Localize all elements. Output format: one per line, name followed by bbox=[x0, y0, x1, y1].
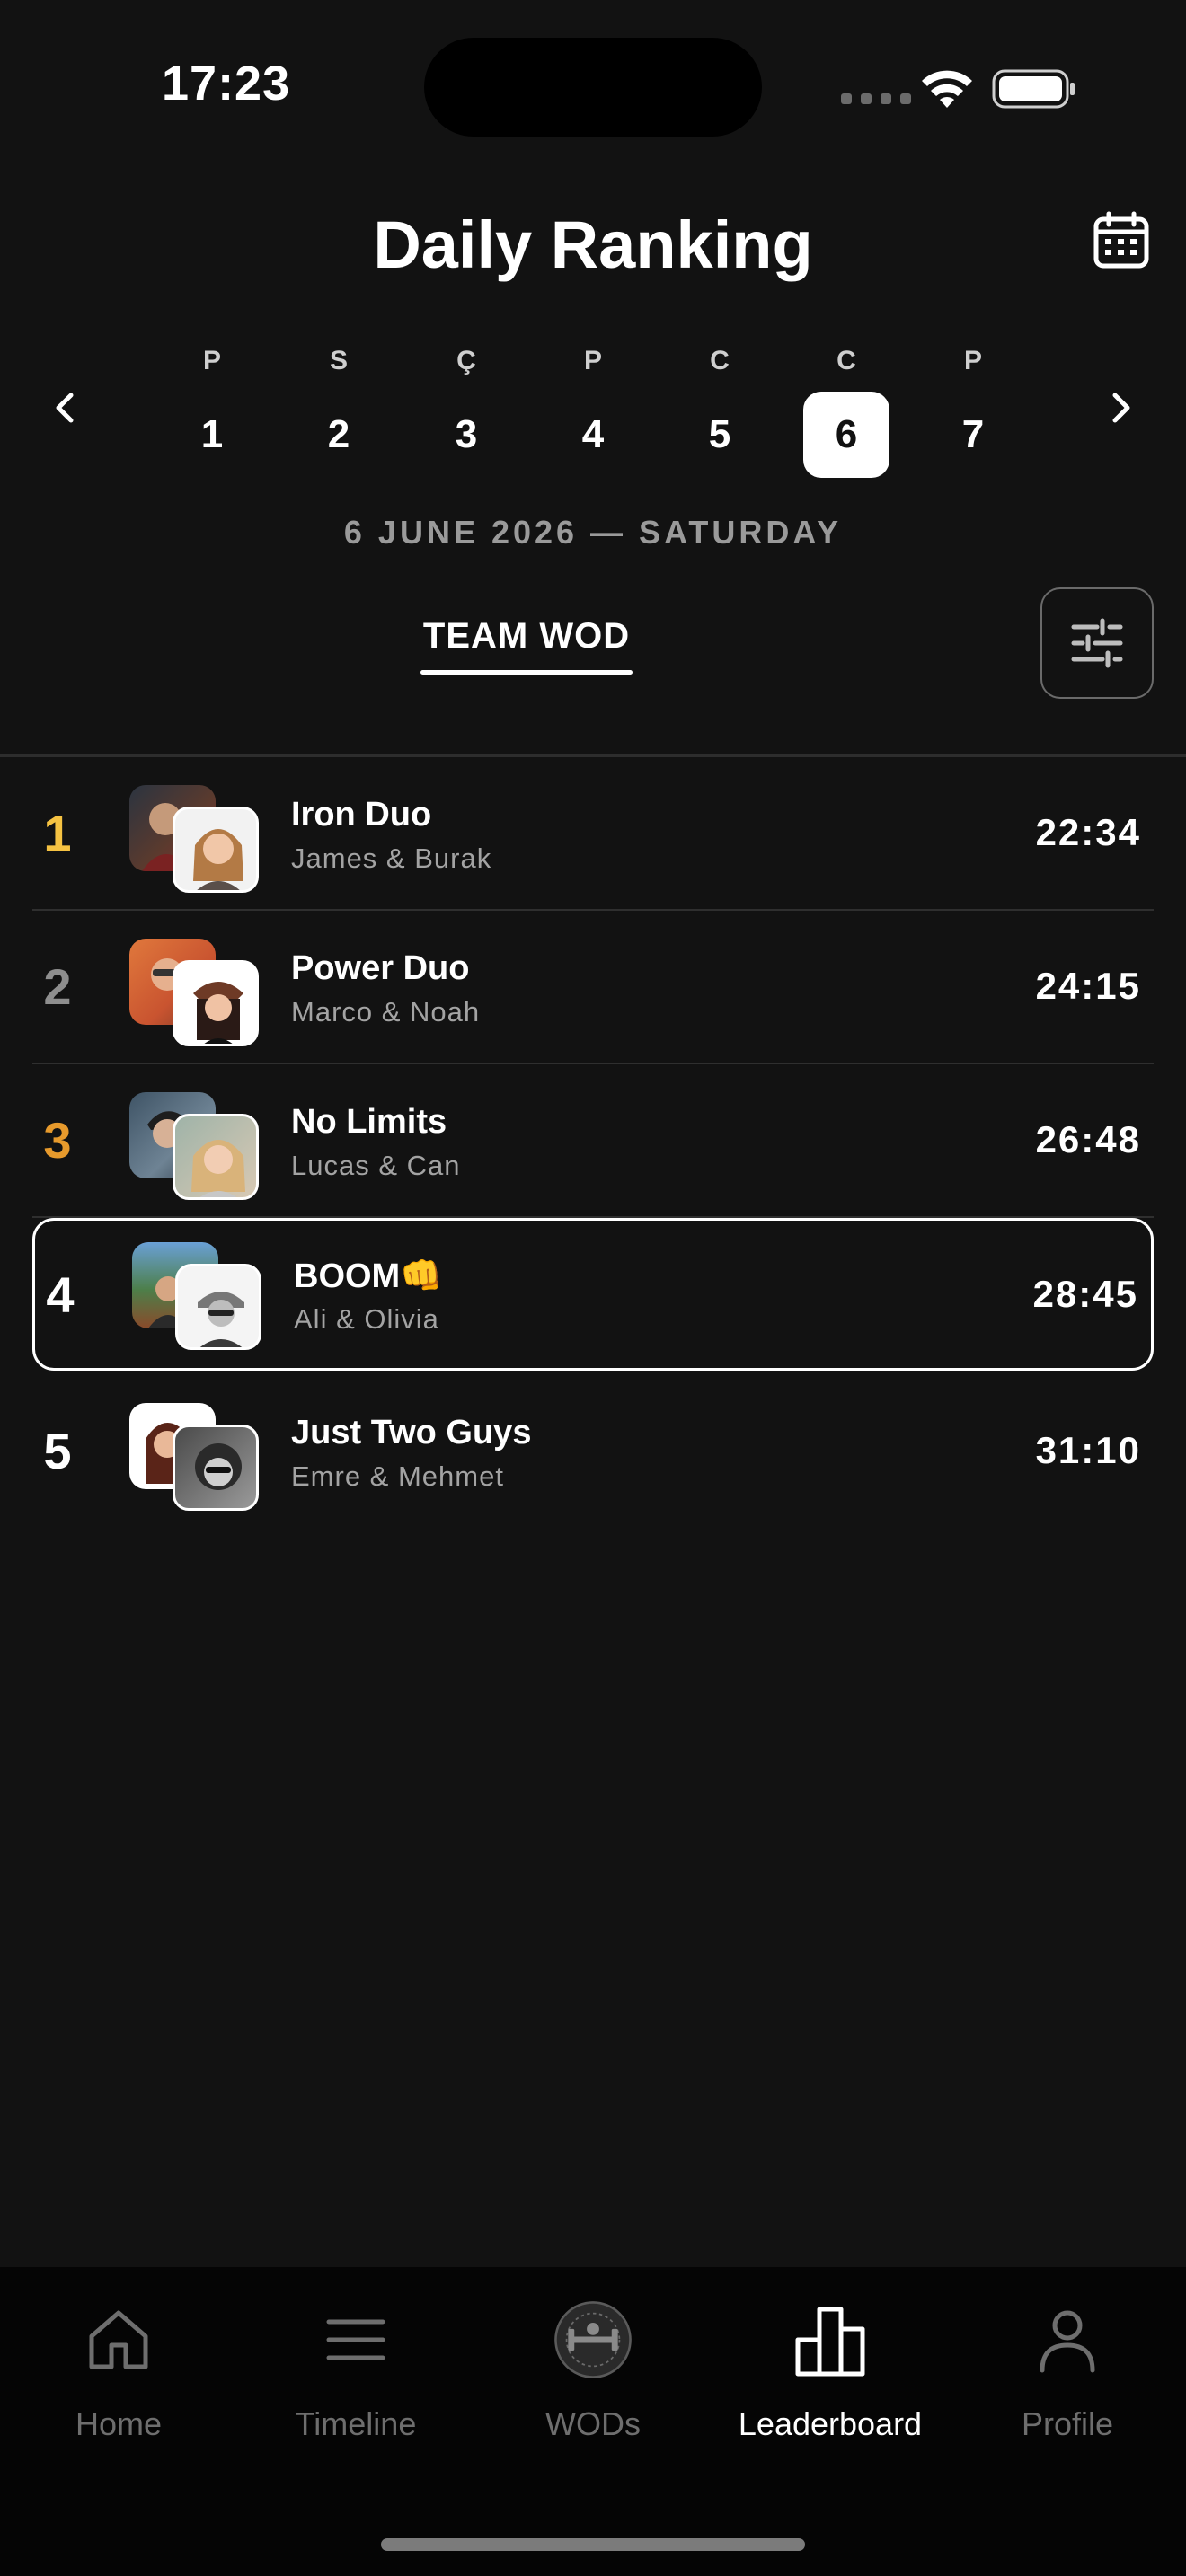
avatar bbox=[173, 807, 259, 893]
team-name: Just Two Guys bbox=[291, 1414, 532, 1451]
team-avatars bbox=[129, 785, 264, 893]
filter-button[interactable] bbox=[1040, 587, 1154, 699]
day-5[interactable]: C 5 bbox=[677, 341, 763, 481]
menu-lines-icon bbox=[326, 2319, 385, 2360]
team-name: Power Duo bbox=[291, 949, 470, 987]
rank-number: 1 bbox=[43, 804, 72, 861]
team-name: No Limits bbox=[291, 1103, 447, 1141]
score-time: 26:48 bbox=[1035, 1118, 1141, 1160]
day-number: 2 bbox=[327, 412, 350, 456]
tab-home[interactable]: Home bbox=[11, 2299, 226, 2452]
rank-number: 4 bbox=[46, 1266, 75, 1323]
day-number: 4 bbox=[581, 412, 605, 456]
score-time: 22:34 bbox=[1035, 811, 1141, 853]
day-number: 6 bbox=[803, 392, 890, 478]
tab-wods[interactable]: WODs bbox=[485, 2299, 701, 2452]
avatar bbox=[173, 1114, 259, 1200]
day-3[interactable]: Ç 3 bbox=[423, 341, 509, 481]
ranking-row[interactable]: 2 Power Duo Marco & Noah 24:15 bbox=[32, 910, 1154, 1064]
tab-label: WODs bbox=[545, 2405, 641, 2442]
day-number: 3 bbox=[455, 412, 478, 456]
team-members: Lucas & Can bbox=[291, 1150, 461, 1181]
day-letter: C bbox=[710, 346, 730, 375]
status-time: 17:23 bbox=[162, 57, 291, 110]
next-week-button[interactable] bbox=[1094, 381, 1148, 435]
tab-leaderboard[interactable]: Leaderboard bbox=[722, 2299, 938, 2452]
day-letter: P bbox=[202, 346, 221, 375]
avatar bbox=[173, 960, 259, 1046]
tab-timeline[interactable]: Timeline bbox=[248, 2299, 464, 2452]
day-number: 7 bbox=[961, 412, 985, 456]
podium-icon bbox=[795, 2307, 865, 2377]
tab-underline bbox=[420, 670, 633, 675]
day-letter: P bbox=[963, 346, 982, 375]
selected-date: 6 JUNE 2026 — SATURDAY bbox=[343, 514, 843, 551]
team-members: Ali & Olivia bbox=[294, 1303, 439, 1335]
gym-logo-icon bbox=[554, 2301, 632, 2378]
calendar-icon[interactable] bbox=[1091, 210, 1152, 271]
score-time: 28:45 bbox=[1032, 1273, 1138, 1315]
day-letter: Ç bbox=[456, 346, 476, 375]
previous-week-button[interactable] bbox=[38, 381, 92, 435]
tab-team-wod[interactable]: TEAM WOD bbox=[420, 616, 633, 657]
tab-label: Home bbox=[75, 2405, 163, 2442]
team-name: BOOM👊 bbox=[294, 1257, 443, 1295]
avatar bbox=[173, 1425, 259, 1511]
ranking-row[interactable]: 5 Just Two Guys Emre & Mehmet 31:10 bbox=[32, 1374, 1154, 1527]
tab-label: Leaderboard bbox=[738, 2405, 923, 2442]
battery-icon bbox=[992, 69, 1075, 109]
rank-number: 3 bbox=[43, 1111, 72, 1169]
page-title: Daily Ranking bbox=[373, 207, 813, 282]
day-letter: P bbox=[583, 346, 602, 375]
team-members: Marco & Noah bbox=[291, 996, 481, 1028]
day-1[interactable]: P 1 bbox=[169, 341, 255, 481]
day-4[interactable]: P 4 bbox=[550, 341, 636, 481]
rank-number: 2 bbox=[43, 957, 72, 1015]
team-avatars bbox=[132, 1242, 267, 1350]
home-icon bbox=[89, 2310, 148, 2369]
day-letter: S bbox=[329, 346, 348, 375]
ranking-row[interactable]: 3 No Limits Lucas & Can 26:48 bbox=[32, 1063, 1154, 1218]
team-members: James & Burak bbox=[291, 842, 492, 874]
score-time: 31:10 bbox=[1035, 1429, 1141, 1471]
rank-number: 5 bbox=[43, 1422, 72, 1479]
team-avatars bbox=[129, 1403, 264, 1511]
home-indicator bbox=[381, 2538, 805, 2551]
day-2[interactable]: S 2 bbox=[296, 341, 382, 481]
chevron-left-icon bbox=[56, 393, 74, 423]
day-number: 5 bbox=[708, 412, 731, 456]
tab-profile[interactable]: Profile bbox=[960, 2299, 1175, 2452]
sliders-icon bbox=[1071, 618, 1123, 668]
day-number: 1 bbox=[200, 412, 224, 456]
score-time: 24:15 bbox=[1035, 965, 1141, 1007]
person-icon bbox=[1040, 2310, 1095, 2373]
wifi-icon bbox=[922, 70, 972, 108]
ranking-row-current-team[interactable]: 4 BOOM👊 Ali & Olivia 28:45 bbox=[32, 1218, 1154, 1371]
avatar bbox=[175, 1264, 261, 1350]
dynamic-island bbox=[424, 38, 762, 137]
chevron-right-icon bbox=[1112, 393, 1130, 423]
cellular-signal-icon bbox=[841, 93, 911, 104]
day-7[interactable]: P 7 bbox=[930, 341, 1016, 481]
team-members: Emre & Mehmet bbox=[291, 1460, 504, 1492]
day-letter: C bbox=[836, 346, 856, 375]
day-6-selected[interactable]: C 6 bbox=[803, 341, 890, 481]
tab-label: Profile bbox=[1021, 2405, 1114, 2442]
team-name: Iron Duo bbox=[291, 796, 432, 834]
team-avatars bbox=[129, 939, 264, 1046]
team-avatars bbox=[129, 1092, 264, 1200]
ranking-row[interactable]: 1 Iron Duo James & Burak 22:34 bbox=[32, 756, 1154, 911]
tab-label: Timeline bbox=[295, 2405, 417, 2442]
